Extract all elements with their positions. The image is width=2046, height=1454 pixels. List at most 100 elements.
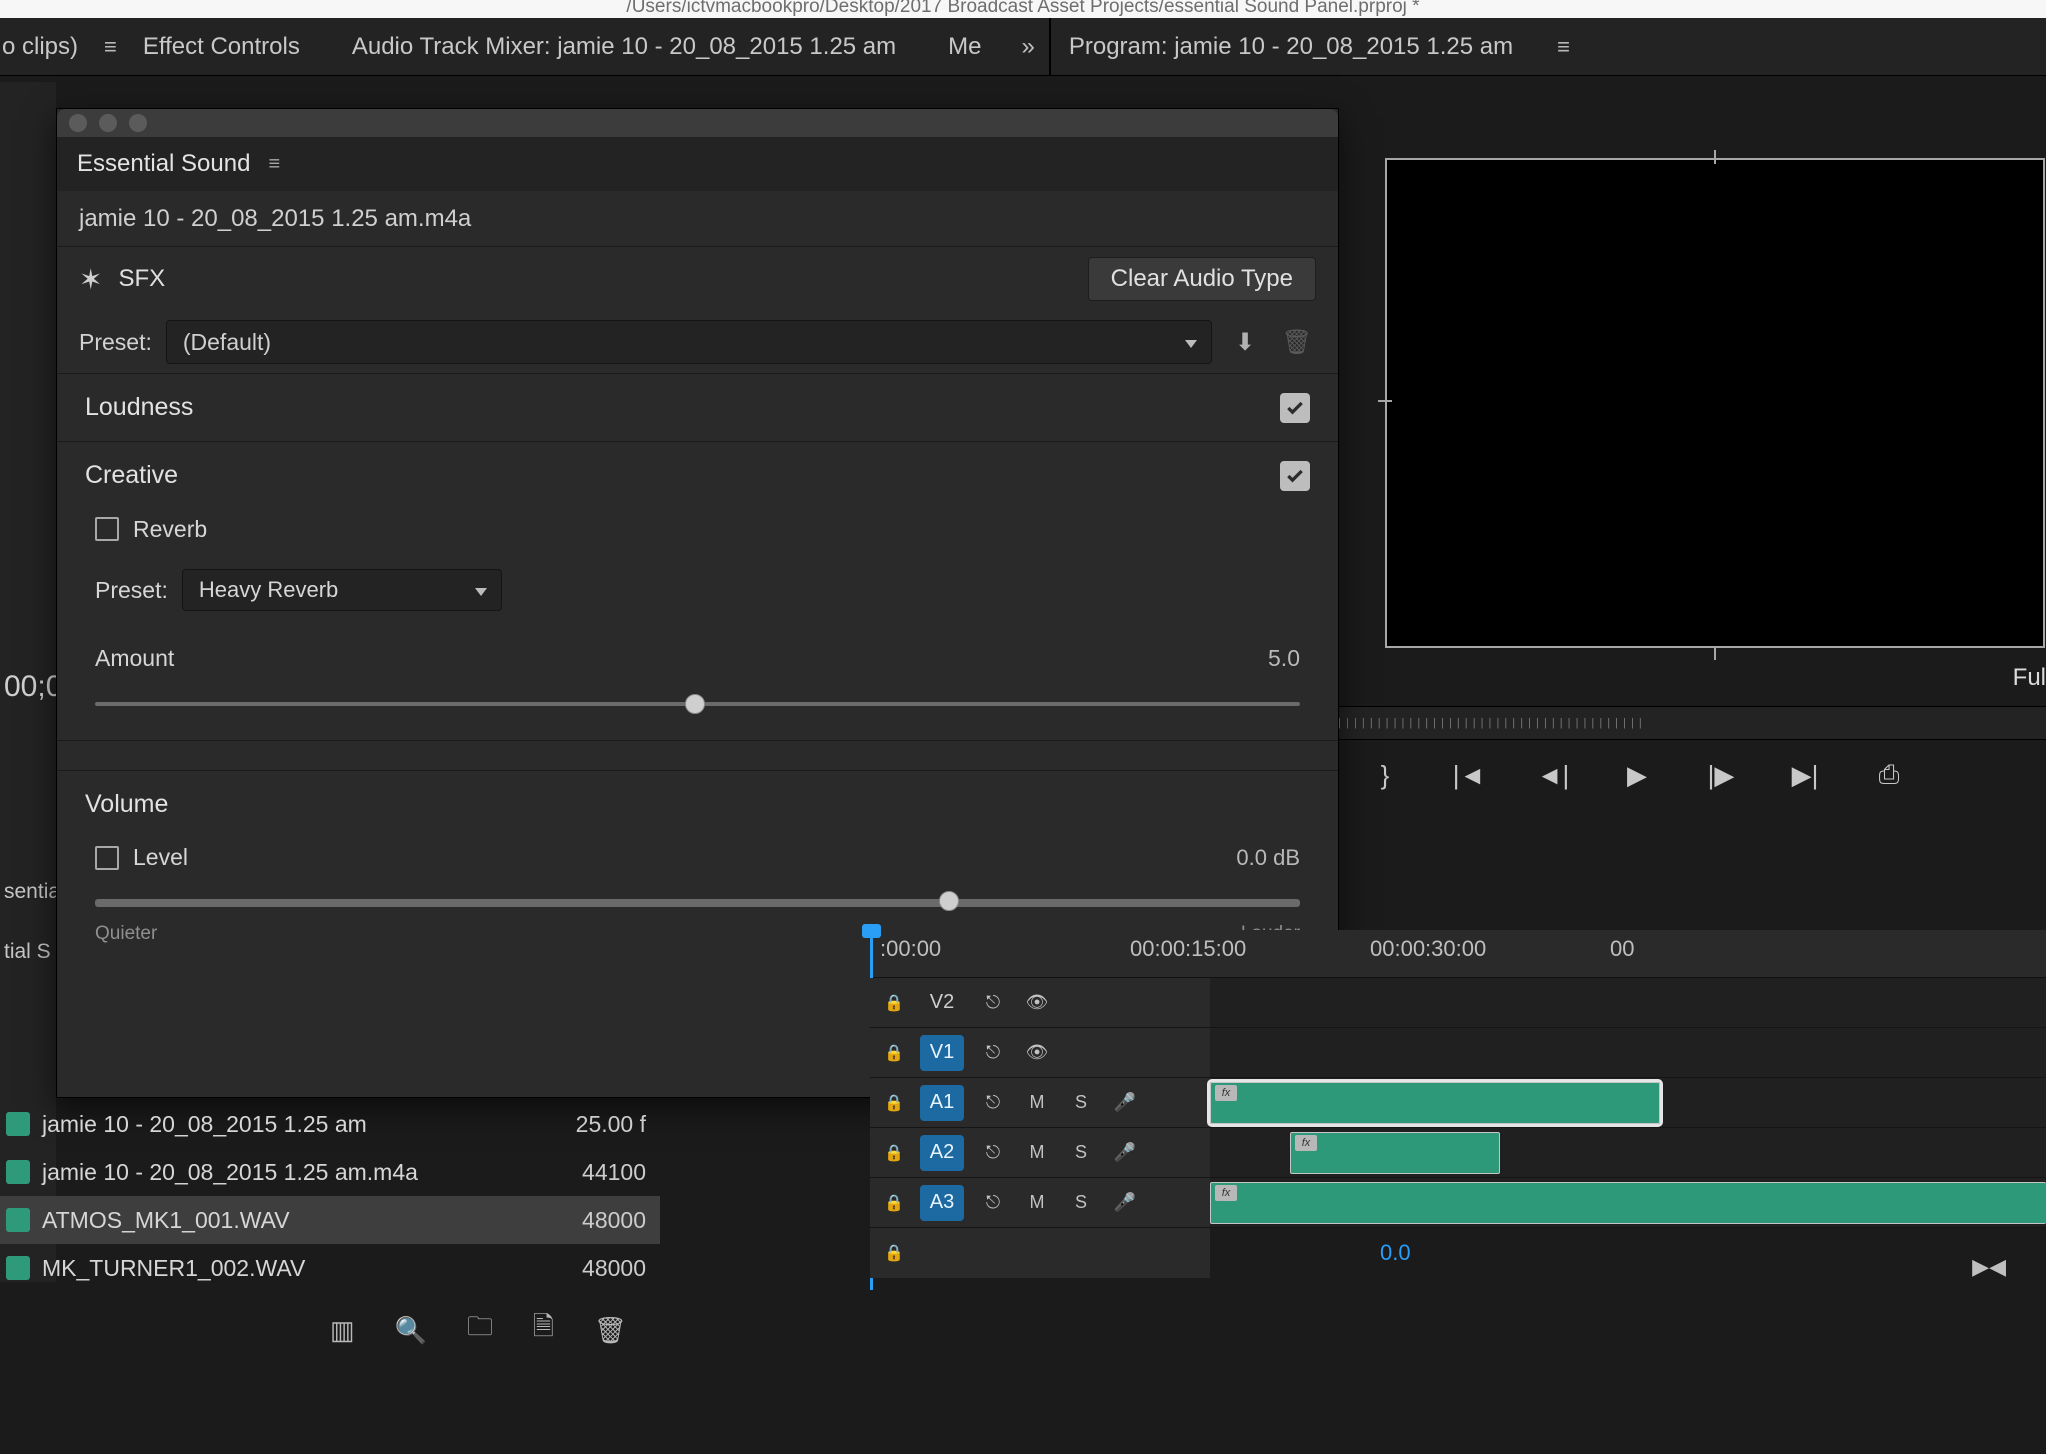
bin-row[interactable]: jamie 10 - 20_08_2015 1.25 am 25.00 f (0, 1100, 660, 1148)
master-value[interactable]: 0.0 (1380, 1240, 1411, 1266)
search-icon[interactable]: 🔍 (395, 1315, 427, 1346)
min-dot[interactable] (99, 114, 117, 132)
track-body[interactable]: fx (1210, 1078, 2046, 1127)
track-body[interactable]: fx (1210, 1178, 2046, 1227)
audio-clip[interactable]: fx (1210, 1182, 2046, 1224)
go-in-icon[interactable]: |◄ (1452, 758, 1486, 792)
handle-bottom[interactable] (1714, 646, 1716, 660)
save-preset-icon[interactable]: ⬇ (1226, 323, 1264, 361)
new-item-icon[interactable]: 🗎 (533, 1308, 554, 1352)
solo-button[interactable]: S (1066, 1088, 1096, 1118)
overflow-icon[interactable]: » (1008, 33, 1049, 61)
solo-button[interactable]: S (1066, 1188, 1096, 1218)
track-tag[interactable]: A3 (920, 1185, 964, 1221)
bin-row[interactable]: jamie 10 - 20_08_2015 1.25 am.m4a 44100 (0, 1148, 660, 1196)
audio-clip[interactable]: fx (1290, 1132, 1500, 1174)
audio-type-row: ✶ SFX Clear Audio Type (57, 247, 1338, 311)
panel-hamburger-icon[interactable]: ≡ (268, 153, 280, 176)
zoom-dot[interactable] (129, 114, 147, 132)
mute-button[interactable]: M (1022, 1138, 1052, 1168)
handle-top[interactable] (1714, 150, 1716, 164)
loudness-section-header[interactable]: Loudness (57, 373, 1338, 441)
fx-badge: fx (1215, 1185, 1237, 1201)
window-traffic-lights (57, 109, 1338, 137)
amount-slider-knob[interactable] (685, 694, 705, 714)
handle-left[interactable] (1378, 400, 1392, 402)
track-row-a2: 🔒 A2 ⎋ M S 🎤 fx (870, 1128, 2046, 1178)
track-body[interactable] (1210, 978, 2046, 1027)
panel-menu-icon[interactable]: ≡ (104, 34, 117, 60)
master-header: 🔒 (870, 1228, 1210, 1278)
track-body[interactable]: fx (1210, 1128, 2046, 1177)
level-label: Level (133, 844, 188, 871)
sfx-icon: ✶ (79, 263, 102, 296)
timeline-panel: :00:00 00:00:15:00 00:00:30:00 00 🔒 V2 ⎋… (870, 930, 2046, 1278)
level-row: Level 0.0 dB (95, 844, 1300, 871)
level-checkbox[interactable] (95, 846, 119, 870)
voice-over-icon[interactable]: 🎤 (1110, 1138, 1140, 1168)
sync-lock-icon[interactable]: ⎋ (978, 1088, 1008, 1118)
reverb-checkbox[interactable] (95, 517, 119, 541)
lock-icon[interactable]: 🔒 (884, 1143, 906, 1163)
tab-program[interactable]: Program: jamie 10 - 20_08_2015 1.25 am (1069, 33, 1539, 61)
mute-button[interactable]: M (1022, 1188, 1052, 1218)
timecode-label: 00:00:30:00 (1370, 936, 1486, 962)
tab-source[interactable]: o clips) (0, 33, 104, 61)
tab-more[interactable]: Me (922, 33, 1007, 61)
lock-icon[interactable]: 🔒 (884, 1193, 906, 1213)
amount-value[interactable]: 5.0 (1268, 645, 1300, 672)
sync-lock-icon[interactable]: ⎋ (978, 1188, 1008, 1218)
timeline-ruler[interactable]: :00:00 00:00:15:00 00:00:30:00 00 (870, 930, 2046, 978)
preset-dropdown[interactable]: (Default) (166, 320, 1212, 364)
level-slider-knob[interactable] (939, 891, 959, 911)
voice-over-icon[interactable]: 🎤 (1110, 1188, 1140, 1218)
step-back-icon[interactable]: ◄| (1536, 758, 1570, 792)
step-fwd-icon[interactable]: |▶ (1704, 758, 1738, 792)
sync-lock-icon[interactable]: ⎋ (978, 1138, 1008, 1168)
speaker-icon[interactable]: ▶◀ (1972, 1254, 2006, 1280)
track-tag[interactable]: V1 (920, 1035, 964, 1071)
mute-button[interactable]: M (1022, 1088, 1052, 1118)
new-bin-icon[interactable]: 🗀 (467, 1308, 493, 1352)
amount-slider[interactable] (95, 694, 1300, 714)
creative-checkbox[interactable] (1280, 461, 1310, 491)
bin-row[interactable]: ATMOS_MK1_001.WAV 48000 (0, 1196, 660, 1244)
audio-clip[interactable]: fx (1210, 1082, 1660, 1124)
export-frame-icon[interactable]: ⎙ (1872, 758, 1906, 792)
track-tag[interactable]: A2 (920, 1135, 964, 1171)
track-tag[interactable]: A1 (920, 1085, 964, 1121)
tab-effect-controls[interactable]: Effect Controls (117, 33, 326, 61)
close-dot[interactable] (69, 114, 87, 132)
reverb-preset-dropdown[interactable]: Heavy Reverb (182, 569, 502, 611)
tab-audio-mixer[interactable]: Audio Track Mixer: jamie 10 - 20_08_2015… (326, 33, 922, 61)
bin-row[interactable]: MK_TURNER1_002.WAV 48000 (0, 1244, 660, 1292)
sync-lock-icon[interactable]: ⎋ (978, 1038, 1008, 1068)
lock-icon[interactable]: 🔒 (884, 1093, 906, 1113)
program-frame (1385, 158, 2045, 648)
level-slider[interactable] (95, 891, 1300, 911)
clear-audio-type-button[interactable]: Clear Audio Type (1088, 257, 1316, 301)
out-bracket-icon[interactable]: } (1368, 758, 1402, 792)
program-menu-icon[interactable]: ≡ (1557, 34, 1570, 60)
sync-lock-icon[interactable]: ⎋ (978, 988, 1008, 1018)
track-tag[interactable]: V2 (920, 985, 964, 1021)
lock-icon[interactable]: 🔒 (884, 1043, 906, 1063)
list-view-icon[interactable]: ▥ (330, 1315, 355, 1346)
track-body[interactable] (1210, 1028, 2046, 1077)
voice-over-icon[interactable]: 🎤 (1110, 1088, 1140, 1118)
preset-row: Preset: (Default) ⬇ 🗑 (57, 311, 1338, 373)
volume-section-header[interactable]: Volume (57, 770, 1338, 838)
go-out-icon[interactable]: ▶| (1788, 758, 1822, 792)
solo-button[interactable]: S (1066, 1138, 1096, 1168)
loudness-checkbox[interactable] (1280, 393, 1310, 423)
delete-icon[interactable]: 🗑 (594, 1315, 627, 1346)
creative-section-header[interactable]: Creative (57, 441, 1338, 509)
reverb-preset-label: Preset: (95, 577, 168, 604)
lock-icon[interactable]: 🔒 (884, 993, 906, 1013)
eye-icon[interactable]: 👁 (1022, 1038, 1052, 1068)
lock-icon[interactable]: 🔒 (884, 1243, 904, 1263)
full-quality-label[interactable]: Ful (2013, 664, 2046, 692)
play-icon[interactable]: ▶ (1620, 758, 1654, 792)
eye-icon[interactable]: 👁 (1022, 988, 1052, 1018)
level-value[interactable]: 0.0 dB (1236, 845, 1300, 871)
